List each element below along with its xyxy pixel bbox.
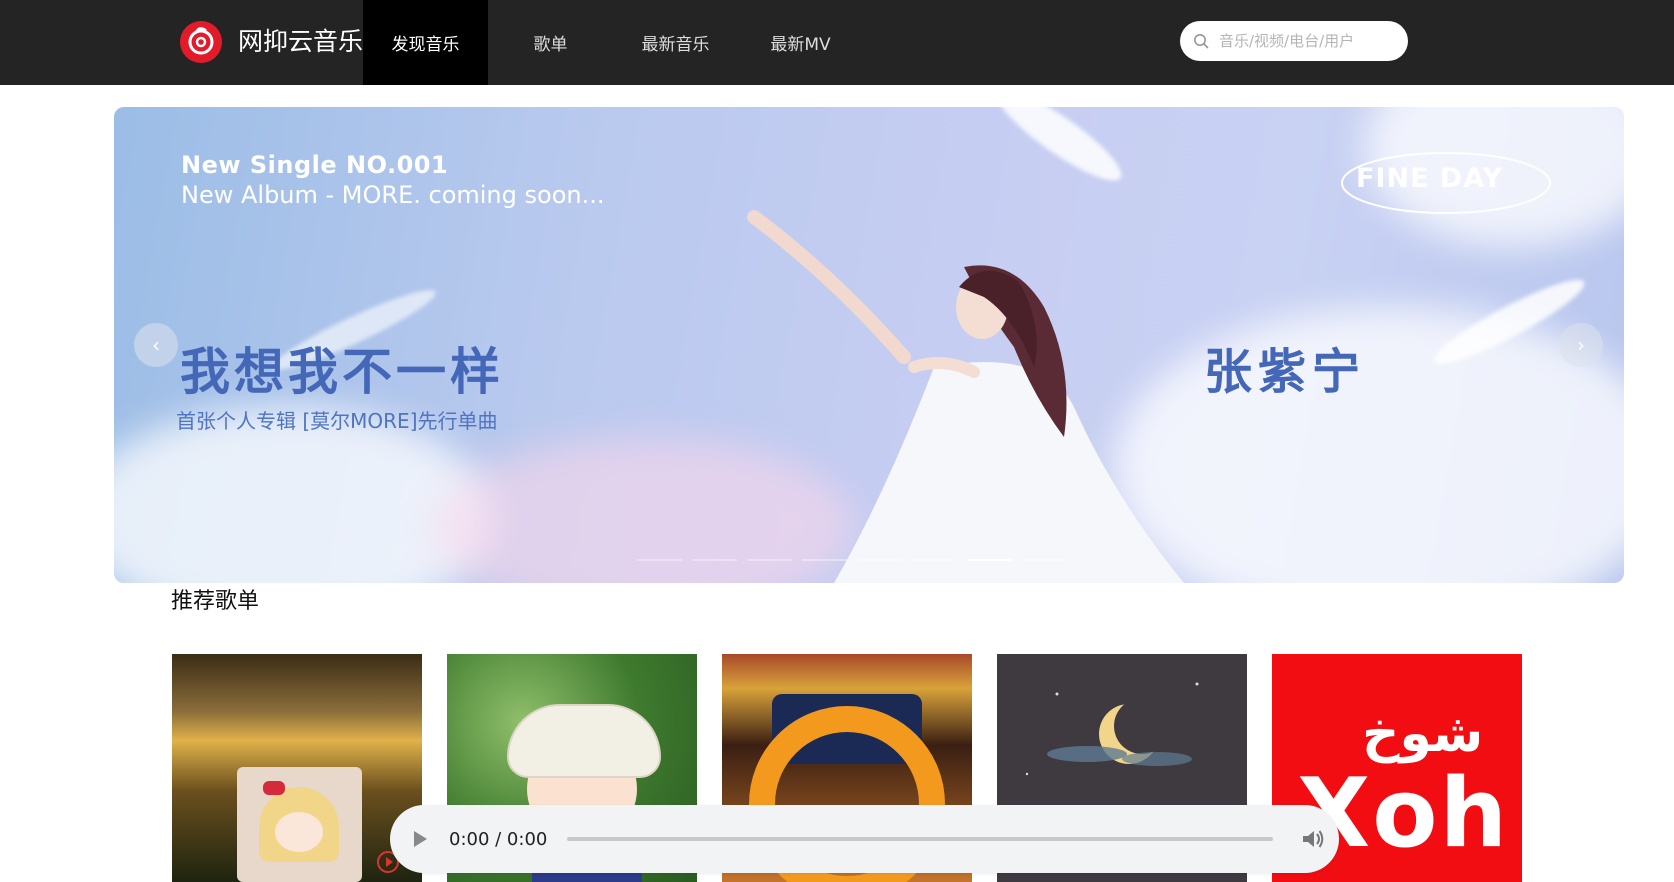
search-input[interactable] [1217,31,1401,51]
nav-new-music[interactable]: 最新音乐 [613,0,738,85]
playlist-cover-1[interactable] [172,654,422,882]
brand-name[interactable]: 网抑云音乐 [238,22,363,62]
player-time: 0:00 / 0:00 [449,828,548,850]
nav-discover-music[interactable]: 发现音乐 [363,0,488,85]
hero-banner[interactable]: New Single NO.001 New Album - MORE. comi… [114,107,1624,583]
nav-new-mv[interactable]: 最新MV [738,0,863,85]
banner-album-text: New Album - MORE. coming soon... [181,181,605,209]
play-icon[interactable] [414,831,427,847]
banner-single-text: New Single NO.001 [181,151,449,179]
carousel-dot-active[interactable] [967,559,1012,561]
carousel-next-button[interactable]: › [1559,323,1603,367]
nav-playlists[interactable]: 歌单 [488,0,613,85]
carousel-dot[interactable] [857,559,902,561]
carousel-dot[interactable] [747,559,792,561]
banner-song-subtitle: 首张个人专辑 [莫尔MORE]先行单曲 [176,409,498,433]
singer-illustration [747,210,1184,583]
banner-artist-name: 张紫宁 [1204,344,1367,400]
recommended-playlists-title: 推荐歌单 [171,589,260,614]
progress-bar[interactable] [567,837,1274,841]
netease-logo-icon[interactable] [180,21,222,63]
search-box[interactable] [1180,21,1408,61]
carousel-dot[interactable] [1022,559,1067,561]
carousel-indicators [637,559,1067,561]
carousel-dot[interactable] [802,559,847,561]
top-navbar: 网抑云音乐 发现音乐 歌单 最新音乐 最新MV [0,0,1674,85]
anime-girl-icon [237,767,362,882]
carousel-dot[interactable] [692,559,737,561]
audio-player: 0:00 / 0:00 [390,805,1339,873]
volume-icon[interactable] [1301,828,1325,850]
carousel-dot[interactable] [637,559,682,561]
search-icon [1194,34,1209,49]
banner-song-title: 我想我不一样 [180,343,504,401]
fine-day-logo-text: FINE DAY [1356,163,1504,194]
carousel-prev-button[interactable]: ‹ [134,323,178,367]
feather-decoration [987,107,1131,193]
cover-arabic-text: شوخ [1362,704,1484,764]
carousel-dot[interactable] [912,559,957,561]
